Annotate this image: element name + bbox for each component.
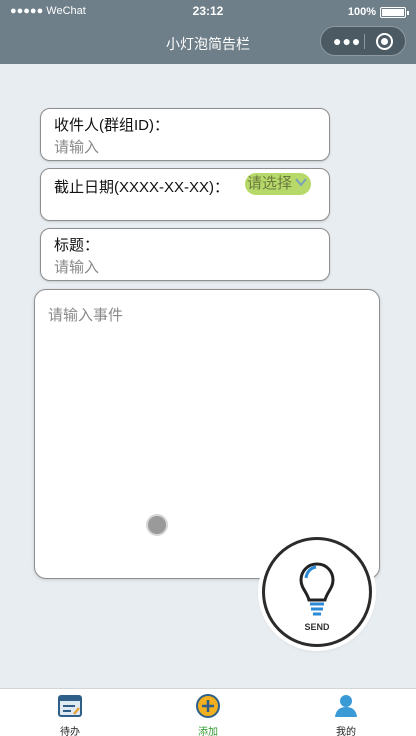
recipient-input[interactable]: 请输入 — [54, 136, 99, 157]
title-input[interactable]: 请输入 — [54, 256, 99, 277]
mini-program-capsule: ●●● — [320, 26, 406, 56]
title-field[interactable]: 标题： 请输入 — [40, 228, 330, 281]
event-placeholder: 请输入事件 — [48, 307, 124, 324]
deadline-label: 截止日期(XXXX-XX-XX)： — [54, 179, 230, 196]
add-circle-icon — [195, 693, 221, 719]
date-picker-button[interactable]: 请选择 — [245, 173, 311, 195]
top-bar: ●●●●● WeChat 23:12 100% 小灯泡简告栏 ●●● — [0, 0, 416, 64]
more-dots-icon[interactable]: ●●● — [333, 33, 361, 49]
lightbulb-icon — [299, 562, 335, 616]
tab-add[interactable]: 添加 — [168, 693, 248, 736]
todo-icon — [57, 693, 83, 719]
send-button[interactable]: SEND — [262, 537, 372, 647]
tab-mine[interactable]: 我的 — [306, 693, 386, 736]
tab-mine-label: 我的 — [336, 727, 356, 736]
drag-handle[interactable] — [146, 514, 168, 536]
battery-icon — [380, 7, 409, 18]
status-bar: ●●●●● WeChat 23:12 100% — [0, 0, 416, 22]
tab-todo[interactable]: 待办 — [30, 693, 110, 736]
tab-add-label: 添加 — [198, 727, 218, 736]
close-target-icon[interactable] — [376, 33, 393, 50]
battery-percent: 100% — [347, 6, 376, 18]
deadline-field: 截止日期(XXXX-XX-XX)： 请选择 — [40, 168, 330, 221]
user-icon — [333, 693, 359, 719]
event-textarea[interactable]: 请输入事件 — [34, 289, 380, 579]
recipient-field[interactable]: 收件人(群组ID)： 请输入 — [40, 108, 330, 161]
tab-bar: 待办 添加 我的 — [0, 688, 416, 736]
title-label: 标题： — [54, 237, 100, 254]
chevron-down-icon — [295, 178, 307, 187]
capsule-divider — [364, 34, 365, 49]
recipient-label: 收件人(群组ID)： — [54, 117, 169, 134]
send-label: SEND — [304, 622, 330, 632]
date-picker-label: 请选择 — [247, 175, 293, 192]
tab-todo-label: 待办 — [60, 727, 80, 736]
